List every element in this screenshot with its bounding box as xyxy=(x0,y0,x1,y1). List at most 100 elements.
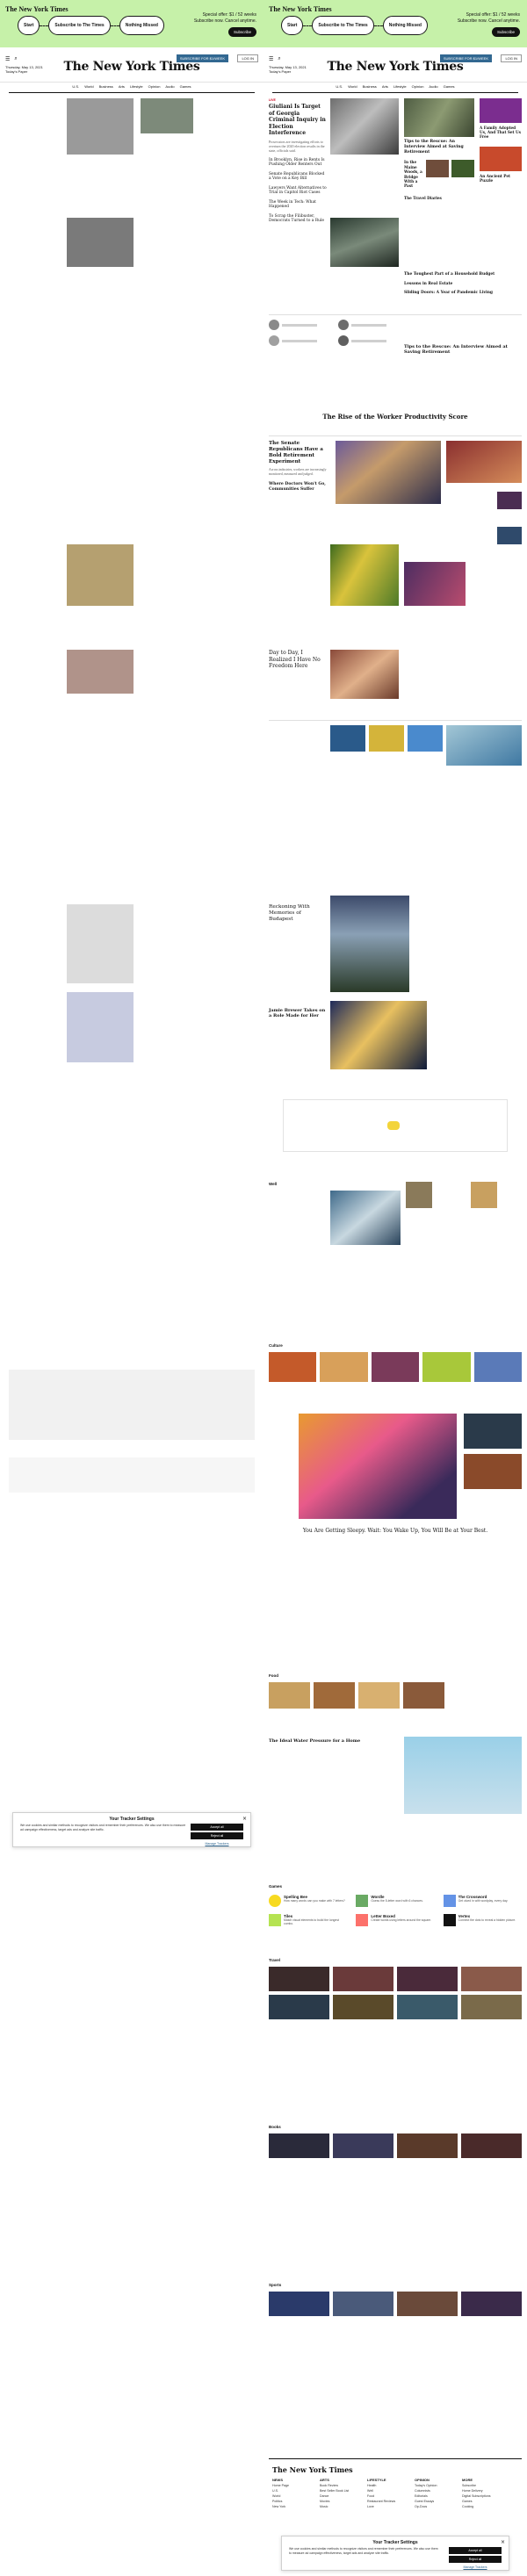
feature-photo[interactable] xyxy=(330,896,409,992)
side-headline[interactable]: The Travel Diaries xyxy=(404,196,474,200)
grid-thumb[interactable] xyxy=(269,2133,329,2158)
grid-thumb[interactable] xyxy=(461,2133,522,2158)
login-button[interactable]: LOG IN xyxy=(237,54,258,62)
grid-thumb[interactable] xyxy=(333,1995,393,2019)
section-label[interactable]: Culture xyxy=(269,1343,522,1348)
feature-photo[interactable] xyxy=(446,725,522,766)
grid-thumb[interactable] xyxy=(397,1995,458,2019)
accept-all-button[interactable]: Accept all xyxy=(191,1824,243,1831)
ad-banner-left[interactable]: The New York Times Start Subscribe to Th… xyxy=(0,0,264,47)
feature-thumb[interactable] xyxy=(497,527,522,544)
section-label[interactable]: Travel xyxy=(269,1958,522,1962)
nav-item[interactable]: Games xyxy=(444,84,455,90)
lead-item[interactable]: Senate Republicans Blocked a Vote on a K… xyxy=(269,172,327,182)
footer-link[interactable]: Love xyxy=(367,2504,395,2509)
footer-link[interactable]: New York xyxy=(272,2504,289,2509)
nav-item[interactable]: Opinion xyxy=(148,84,161,90)
nav-item[interactable]: U.S. xyxy=(72,84,79,90)
nav-item[interactable]: Lifestyle xyxy=(393,84,407,90)
food-thumb[interactable] xyxy=(403,1682,444,1709)
subscribe-button[interactable]: SUBSCRIBE FOR $1/WEEK xyxy=(176,54,228,62)
game-card[interactable]: The Crossword Get clued in with wordplay,… xyxy=(443,1895,522,1907)
ad-cta-button[interactable]: Subscribe xyxy=(227,27,256,37)
rise-headline[interactable]: The Rise of the Worker Productivity Scor… xyxy=(269,413,522,421)
feature-thumb[interactable] xyxy=(497,492,522,509)
culture-thumb[interactable] xyxy=(422,1352,471,1382)
grid-thumb[interactable] xyxy=(269,2292,329,2316)
side-thumb[interactable] xyxy=(451,160,474,178)
section-label[interactable]: Games xyxy=(269,1884,522,1889)
game-card[interactable]: Letter Boxed Create words using letters a… xyxy=(356,1914,434,1926)
author-card[interactable] xyxy=(338,335,401,346)
lead-item[interactable]: To Scrap the Filibuster, Democrats Turne… xyxy=(269,214,327,224)
grid-thumb[interactable] xyxy=(333,2133,393,2158)
grid-thumb[interactable] xyxy=(333,1967,393,1991)
grid-thumb[interactable] xyxy=(333,2292,393,2316)
ad-slot[interactable] xyxy=(283,1099,508,1152)
nav-item[interactable]: Games xyxy=(180,84,191,90)
nav-item[interactable]: Arts xyxy=(382,84,388,90)
culture-thumb[interactable] xyxy=(320,1352,368,1382)
opinion-headline[interactable]: Sliding Doors: A Year of Pandemic Living xyxy=(404,291,522,296)
oscar-headline[interactable]: Jamie Brewer Takes on a Role Made for He… xyxy=(269,1008,327,1019)
grid-thumb[interactable] xyxy=(461,1967,522,1991)
section-label[interactable]: Food xyxy=(269,1673,522,1678)
close-icon[interactable]: × xyxy=(501,2539,505,2545)
grid-thumb[interactable] xyxy=(397,2292,458,2316)
ad-cta-button[interactable]: Subscribe xyxy=(491,27,520,37)
manage-trackers-link[interactable]: Manage Trackers xyxy=(449,2564,502,2571)
side-photo[interactable] xyxy=(480,98,522,123)
game-card[interactable]: Spelling Bee How many words can you make … xyxy=(269,1895,347,1907)
side-headline[interactable]: A Family Adopted Us, And That Set Us Fre… xyxy=(480,126,522,140)
game-card[interactable]: Wordle Guess the 5-letter word with 6 cha… xyxy=(356,1895,434,1907)
feature-headline[interactable]: Tips to the Rescue: An Interview Aimed a… xyxy=(404,344,522,355)
culture-thumb[interactable] xyxy=(371,1352,420,1382)
opinion-headline[interactable]: The Senate Republicans Have a Bold Retir… xyxy=(269,441,330,465)
nav-item[interactable]: Opinion xyxy=(412,84,424,90)
accept-all-button[interactable]: Accept all xyxy=(449,2547,502,2554)
feature-thumb[interactable] xyxy=(471,1182,497,1208)
grid-thumb[interactable] xyxy=(397,1967,458,1991)
footer-link[interactable]: Op-Docs xyxy=(415,2504,437,2509)
mem-headline[interactable]: Reckoning With Memories of Budapest xyxy=(269,904,327,924)
side-headline[interactable]: In the Maine Woods, a Bridge With a Past xyxy=(404,160,423,188)
grid-thumb[interactable] xyxy=(461,1995,522,2019)
feature-photo[interactable] xyxy=(330,650,399,699)
nav-item[interactable]: Business xyxy=(363,84,377,90)
lead-photo-2[interactable] xyxy=(330,218,399,267)
food-thumb[interactable] xyxy=(269,1682,310,1709)
feature-photo[interactable] xyxy=(446,441,522,483)
nav-item[interactable]: World xyxy=(84,84,93,90)
feature-thumb[interactable] xyxy=(406,1182,432,1208)
footer-logo[interactable]: The New York Times xyxy=(272,2465,353,2474)
nav-item[interactable]: World xyxy=(348,84,357,90)
feature-photo[interactable] xyxy=(330,1191,401,1245)
food-thumb[interactable] xyxy=(314,1682,355,1709)
manage-trackers-link[interactable]: Manage Trackers xyxy=(191,1840,243,1847)
author-card[interactable] xyxy=(269,320,331,330)
lead-headline[interactable]: Giuliani Is Target of Georgia Criminal I… xyxy=(269,104,327,137)
food-thumb[interactable] xyxy=(358,1682,400,1709)
author-card[interactable] xyxy=(338,320,401,330)
opinion-headline[interactable]: Where Doctors Won't Go, Communities Suff… xyxy=(269,482,330,493)
close-icon[interactable]: × xyxy=(242,1816,247,1822)
grid-thumb[interactable] xyxy=(269,1967,329,1991)
login-button[interactable]: LOG IN xyxy=(501,54,522,62)
lead-item[interactable]: Lawyers Want Alternatives to Trial in Ca… xyxy=(269,186,327,196)
lead-item[interactable]: In Brooklyn, Rise in Rents Is Pushing Ol… xyxy=(269,158,327,168)
footer-link[interactable]: Cooking xyxy=(462,2504,491,2509)
subscribe-button[interactable]: SUBSCRIBE FOR $1/WEEK xyxy=(439,54,492,62)
side-photo[interactable] xyxy=(464,1454,522,1489)
side-thumb[interactable] xyxy=(426,160,449,178)
feature-photo[interactable] xyxy=(336,441,441,504)
feature-photo-large[interactable] xyxy=(299,1414,457,1519)
grid-thumb[interactable] xyxy=(269,1995,329,2019)
lead-photo[interactable] xyxy=(330,98,399,155)
culture-thumb[interactable] xyxy=(269,1352,317,1382)
feature-photo[interactable] xyxy=(404,562,466,606)
author-card[interactable] xyxy=(269,335,331,346)
pipe-photo[interactable] xyxy=(404,1737,522,1814)
aud-headline[interactable]: Day to Day, I Realized I Have No Freedom… xyxy=(269,650,327,670)
side-headline[interactable]: An Ancient Pet Puzzle xyxy=(480,174,522,183)
nav-item[interactable]: U.S. xyxy=(336,84,343,90)
